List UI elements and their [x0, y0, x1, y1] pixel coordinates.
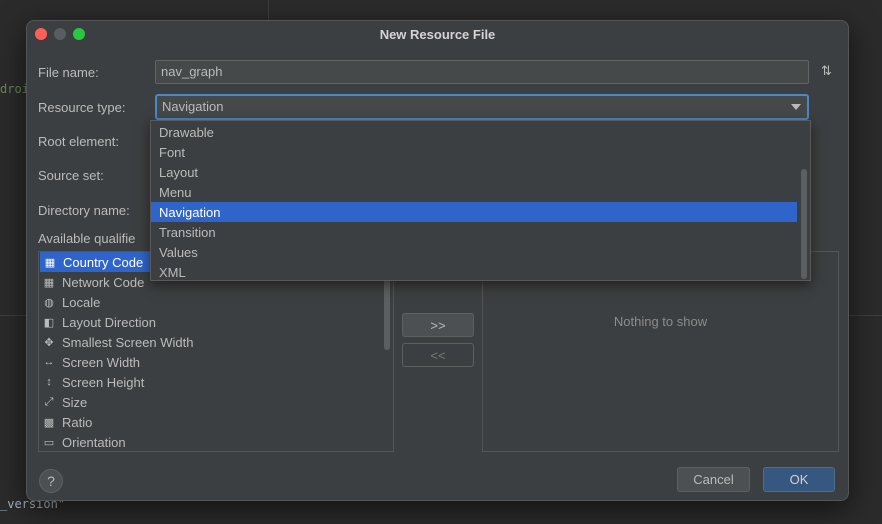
dropdown-option-navigation[interactable]: Navigation	[151, 202, 797, 222]
qualifier-label: Ratio	[62, 414, 93, 430]
window-close-button[interactable]	[35, 28, 47, 40]
chevron-down-icon	[791, 104, 801, 110]
help-button[interactable]: ?	[39, 469, 63, 493]
add-qualifier-button[interactable]: >>	[402, 313, 474, 337]
qualifier-label: Screen Width	[62, 354, 141, 370]
resource-type-label: Resource type:	[38, 100, 126, 115]
dropdown-option-xml[interactable]: XML	[151, 262, 797, 282]
qualifier-label: Size	[62, 394, 88, 410]
cancel-button[interactable]: Cancel	[677, 467, 750, 492]
sort-icon[interactable]: ⇅	[821, 63, 837, 81]
ide-code-snippet-left: droi	[0, 82, 29, 96]
file-name-label: File name:	[38, 65, 99, 80]
layout-direction-icon: ◧	[43, 316, 55, 329]
screen-height-icon: ↕	[46, 376, 52, 388]
qualifier-label: Layout Direction	[62, 314, 156, 330]
ok-button[interactable]: OK	[763, 467, 835, 492]
dropdown-option-drawable[interactable]: Drawable	[151, 122, 797, 142]
size-icon: ⤢	[44, 395, 54, 408]
ide-divider	[268, 0, 269, 20]
resource-type-dropdown: Drawable Font Layout Menu Navigation Transiti…	[150, 120, 811, 281]
qualifier-item[interactable]: ▩ Ratio	[39, 412, 393, 432]
dropdown-option-transition[interactable]: Transition	[151, 222, 797, 242]
dialog-titlebar: New Resource File	[27, 21, 848, 47]
country-code-icon: ▦	[44, 256, 56, 269]
qualifier-label: Screen Height	[62, 374, 145, 390]
smallest-width-icon: ✥	[44, 336, 54, 349]
screen-width-icon: ↔	[43, 356, 55, 368]
qualifier-item[interactable]: ↔ Screen Width	[39, 352, 393, 372]
qualifier-item[interactable]: ⤢ Size	[39, 392, 393, 412]
qualifier-item[interactable]: ▦ Country Code	[40, 252, 152, 272]
qualifier-label: Smallest Screen Width	[62, 334, 194, 350]
dropdown-option-menu[interactable]: Menu	[151, 182, 797, 202]
qualifier-item[interactable]: ↕ Screen Height	[39, 372, 393, 392]
ide-divider-left	[0, 315, 26, 316]
orientation-icon: ▭	[43, 436, 55, 449]
remove-qualifier-button[interactable]: <<	[402, 343, 474, 367]
resource-type-value: Navigation	[162, 99, 224, 114]
qualifier-label: Country Code	[63, 254, 144, 270]
resource-type-combo[interactable]: Navigation	[155, 94, 809, 120]
file-name-input[interactable]: nav_graph	[155, 60, 809, 84]
ide-divider-right	[849, 315, 882, 316]
qualifier-label: Network Code	[62, 274, 145, 290]
dropdown-option-layout[interactable]: Layout	[151, 162, 797, 182]
globe-icon: ◍	[44, 296, 54, 309]
dialog-title: New Resource File	[379, 26, 496, 42]
window-minimize-button[interactable]	[54, 28, 66, 40]
source-set-label: Source set:	[38, 168, 104, 183]
qualifier-item[interactable]: ✥ Smallest Screen Width	[39, 332, 393, 352]
qualifier-item[interactable]: ◧ Layout Direction	[39, 312, 393, 332]
dropdown-option-values[interactable]: Values	[151, 242, 797, 262]
qualifier-label: Locale	[62, 294, 101, 310]
ratio-icon: ▩	[43, 416, 55, 429]
qualifier-item[interactable]: ◍ Locale	[39, 292, 393, 312]
window-maximize-button[interactable]	[73, 28, 85, 40]
root-element-label: Root element:	[38, 134, 119, 149]
network-code-icon: ▦	[43, 276, 55, 289]
dropdown-scrollbar[interactable]	[801, 169, 807, 279]
qualifier-item[interactable]: ▭ Orientation	[39, 432, 393, 451]
empty-state-text: Nothing to show	[613, 314, 708, 329]
dropdown-option-font[interactable]: Font	[151, 142, 797, 162]
qualifier-label: Orientation	[62, 434, 126, 450]
ide-editor-background	[0, 0, 882, 20]
directory-name-label: Directory name:	[38, 203, 130, 218]
available-qualifiers-label: Available qualifie	[38, 231, 136, 246]
